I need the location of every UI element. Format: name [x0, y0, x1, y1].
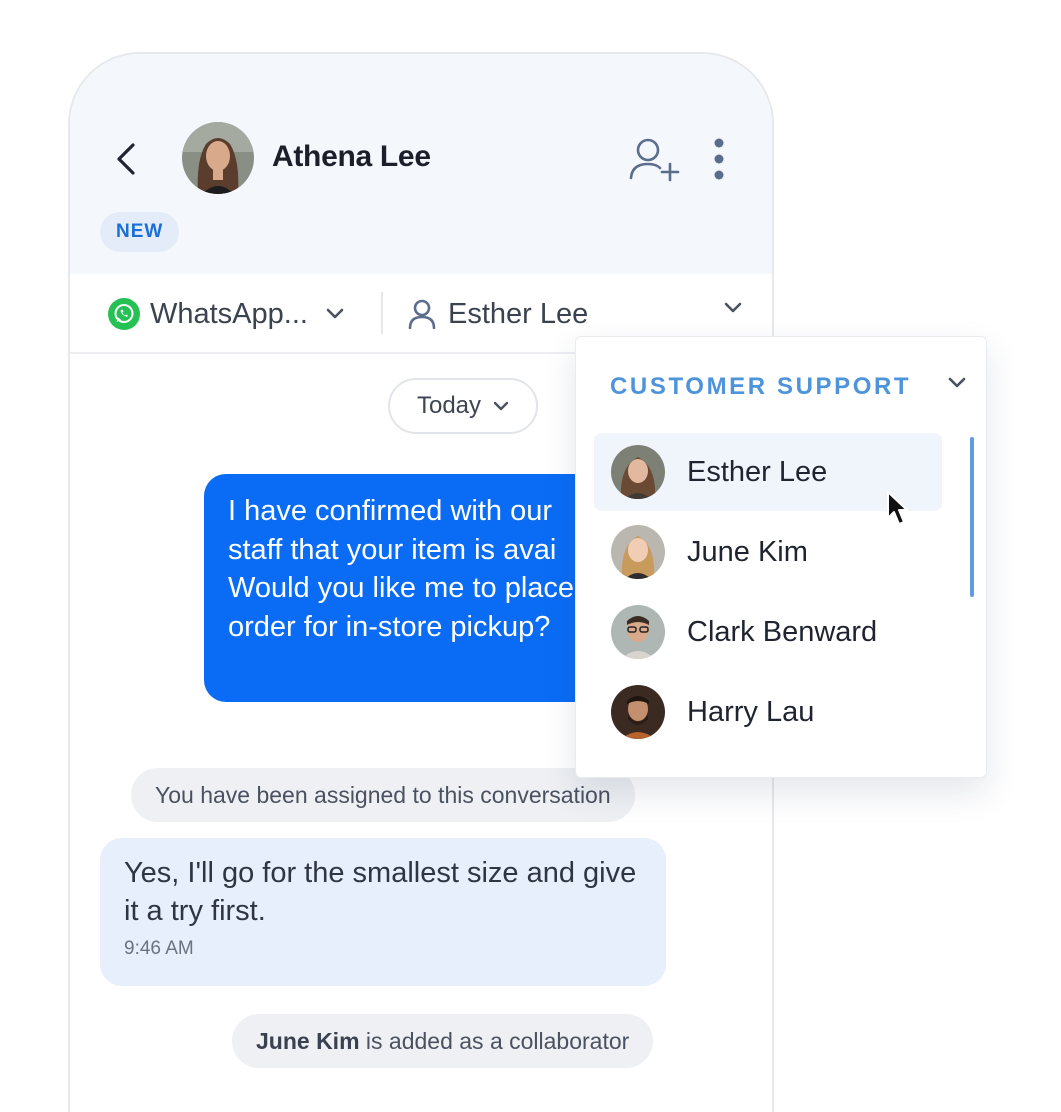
toolbar-divider — [381, 292, 383, 334]
whatsapp-icon — [108, 298, 140, 330]
contact-name: Athena Lee — [272, 140, 431, 173]
date-filter-label: Today — [416, 392, 482, 419]
avatar — [611, 685, 665, 739]
collaborator-name: June Kim — [256, 1028, 360, 1054]
group-title: CUSTOMER SUPPORT — [610, 373, 912, 400]
assignee-option[interactable]: Clark Benward — [594, 593, 942, 671]
collaborator-text: is added as a collaborator — [359, 1028, 630, 1054]
dropdown-scrollbar[interactable] — [970, 437, 974, 597]
assignee-dropdown: CUSTOMER SUPPORT Esther Lee June Kim Cla… — [575, 336, 987, 778]
back-button[interactable] — [110, 142, 142, 176]
more-options-button[interactable] — [704, 136, 734, 182]
avatar — [611, 605, 665, 659]
chevron-down-icon — [948, 377, 966, 388]
chevron-down-icon — [326, 308, 344, 319]
mouse-pointer-icon — [887, 491, 908, 525]
conversation-header: Athena Lee NEW — [70, 54, 772, 274]
date-filter-button[interactable]: Today — [388, 378, 538, 434]
incoming-message: Yes, I'll go for the smallest size and g… — [100, 838, 666, 986]
message-timestamp: 9:46 AM — [124, 938, 194, 959]
add-collaborator-button[interactable] — [628, 136, 680, 184]
assignee-option-name: Harry Lau — [687, 695, 815, 728]
channel-selector[interactable]: WhatsApp... — [108, 292, 344, 336]
more-vertical-icon — [714, 138, 724, 180]
assignee-option-name: June Kim — [687, 535, 808, 568]
chevron-down-icon — [493, 401, 509, 411]
user-icon — [408, 299, 436, 329]
assignee-option[interactable]: Harry Lau — [594, 673, 942, 751]
assignee-selector[interactable]: Esther Lee — [408, 292, 742, 336]
user-plus-icon — [629, 138, 680, 182]
contact-avatar[interactable] — [182, 122, 254, 194]
chevron-down-icon — [724, 302, 742, 313]
assignee-option-name: Esther Lee — [687, 455, 828, 488]
avatar — [611, 445, 665, 499]
assignee-label: Esther Lee — [448, 297, 589, 330]
incoming-message-text: Yes, I'll go for the smallest size and g… — [124, 857, 637, 927]
system-message-assigned: You have been assigned to this conversat… — [131, 768, 635, 822]
channel-label: WhatsApp... — [150, 297, 308, 330]
assignee-option-name: Clark Benward — [687, 615, 878, 648]
chevron-left-icon — [117, 143, 135, 175]
status-badge: NEW — [100, 212, 180, 252]
group-header-customer-support[interactable]: CUSTOMER SUPPORT — [610, 373, 966, 405]
avatar — [611, 525, 665, 579]
